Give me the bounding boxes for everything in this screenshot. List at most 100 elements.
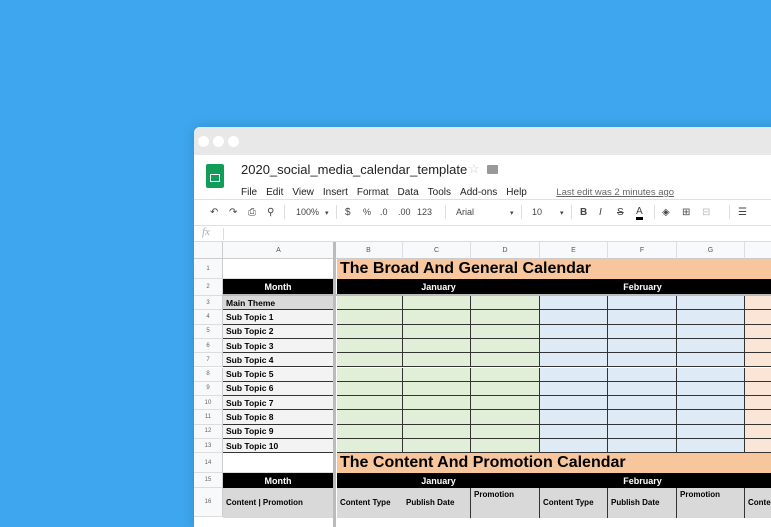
row-header-12[interactable]: 12 bbox=[194, 424, 223, 439]
calendar-cell[interactable] bbox=[608, 396, 677, 411]
menu-data[interactable]: Data bbox=[398, 187, 419, 198]
column-header-E[interactable]: E bbox=[540, 242, 608, 259]
calendar-cell[interactable] bbox=[745, 310, 771, 325]
topic-cell[interactable]: Sub Topic 4 bbox=[223, 353, 333, 368]
calendar-cell[interactable] bbox=[471, 296, 540, 311]
undo-icon[interactable]: ↶ bbox=[210, 207, 218, 218]
column-subheader[interactable]: Publish Date bbox=[403, 488, 471, 518]
calendar-cell[interactable] bbox=[403, 310, 471, 325]
calendar-cell[interactable] bbox=[608, 424, 677, 439]
calendar-cell[interactable] bbox=[677, 353, 745, 368]
folder-icon[interactable] bbox=[487, 165, 498, 174]
calendar-cell[interactable] bbox=[677, 338, 745, 354]
content-promotion-label[interactable]: Content | Promotion bbox=[223, 488, 333, 518]
calendar-cell[interactable] bbox=[608, 324, 677, 339]
column-header-F[interactable]: F bbox=[608, 242, 677, 259]
broad-month-label[interactable]: Month bbox=[223, 279, 333, 294]
calendar-cell[interactable] bbox=[337, 410, 403, 425]
topic-cell[interactable]: Sub Topic 7 bbox=[223, 396, 333, 411]
font-select[interactable]: Arial bbox=[456, 207, 474, 217]
row-header-9[interactable]: 9 bbox=[194, 381, 223, 397]
paint-format-icon[interactable]: ⚲ bbox=[267, 207, 274, 218]
italic-button[interactable]: I bbox=[599, 207, 602, 218]
calendar-cell[interactable] bbox=[403, 338, 471, 354]
bold-button[interactable]: B bbox=[580, 207, 587, 218]
row-header-10[interactable]: 10 bbox=[194, 396, 223, 411]
calendar-title-content[interactable]: The Content And Promotion Calendar bbox=[337, 453, 771, 473]
calendar-cell[interactable] bbox=[540, 338, 608, 354]
calendar-cell[interactable] bbox=[677, 367, 745, 382]
calendar-cell[interactable] bbox=[677, 381, 745, 397]
calendar-cell[interactable] bbox=[337, 353, 403, 368]
calendar-cell[interactable] bbox=[337, 338, 403, 354]
calendar-cell[interactable] bbox=[337, 310, 403, 325]
row-header-8[interactable]: 8 bbox=[194, 367, 223, 382]
cell-a-blank[interactable] bbox=[223, 259, 333, 279]
merge-cells-icon[interactable]: ⊟ bbox=[702, 207, 710, 218]
calendar-cell[interactable] bbox=[403, 396, 471, 411]
calendar-cell[interactable] bbox=[471, 367, 540, 382]
more-formats-button[interactable]: 123 bbox=[417, 207, 432, 217]
print-icon[interactable]: ⎙ bbox=[248, 207, 256, 218]
topic-cell[interactable]: Sub Topic 10 bbox=[223, 439, 333, 453]
calendar-cell[interactable] bbox=[608, 296, 677, 311]
maximize-dot[interactable] bbox=[228, 136, 239, 147]
calendar-cell[interactable] bbox=[471, 353, 540, 368]
column-subheader[interactable]: Conte bbox=[745, 488, 771, 518]
percent-button[interactable]: % bbox=[363, 207, 371, 217]
calendar-cell[interactable] bbox=[540, 310, 608, 325]
calendar-cell[interactable] bbox=[608, 381, 677, 397]
row-header-1[interactable]: 1 bbox=[194, 259, 223, 279]
calendar-cell[interactable] bbox=[677, 310, 745, 325]
column-subheader[interactable]: Content Type bbox=[540, 488, 608, 518]
calendar-cell[interactable] bbox=[471, 338, 540, 354]
topic-cell[interactable]: Sub Topic 3 bbox=[223, 338, 333, 354]
fill-color-icon[interactable]: ◈ bbox=[662, 207, 670, 218]
calendar-cell[interactable] bbox=[403, 296, 471, 311]
topic-cell[interactable]: Sub Topic 8 bbox=[223, 410, 333, 425]
calendar-cell[interactable] bbox=[337, 381, 403, 397]
row-header-3[interactable]: 3 bbox=[194, 296, 223, 311]
column-subheader[interactable]: Promotion bbox=[471, 488, 540, 518]
column-subheader[interactable]: Promotion bbox=[677, 488, 745, 518]
row-header-2[interactable]: 2 bbox=[194, 279, 223, 296]
menu-edit[interactable]: Edit bbox=[266, 187, 283, 198]
broad-january[interactable]: January bbox=[337, 279, 540, 294]
calendar-cell[interactable] bbox=[608, 367, 677, 382]
calendar-cell[interactable] bbox=[403, 324, 471, 339]
topic-cell[interactable]: Sub Topic 2 bbox=[223, 324, 333, 339]
calendar-cell[interactable] bbox=[403, 381, 471, 397]
calendar-cell[interactable] bbox=[337, 439, 403, 453]
menu-addons[interactable]: Add-ons bbox=[460, 187, 497, 198]
calendar-cell[interactable] bbox=[471, 396, 540, 411]
column-header-B[interactable]: B bbox=[335, 242, 403, 259]
topic-cell[interactable]: Sub Topic 1 bbox=[223, 310, 333, 325]
calendar-cell[interactable] bbox=[608, 353, 677, 368]
column-header-A[interactable]: A bbox=[223, 242, 335, 259]
calendar-cell[interactable] bbox=[608, 310, 677, 325]
calendar-cell[interactable] bbox=[608, 410, 677, 425]
calendar-cell[interactable] bbox=[471, 410, 540, 425]
calendar-cell[interactable] bbox=[471, 424, 540, 439]
calendar-cell[interactable] bbox=[471, 310, 540, 325]
broad-february[interactable]: February bbox=[540, 279, 745, 294]
calendar-cell[interactable] bbox=[471, 381, 540, 397]
row-header-6[interactable]: 6 bbox=[194, 338, 223, 354]
calendar-cell[interactable] bbox=[745, 396, 771, 411]
calendar-cell[interactable] bbox=[337, 296, 403, 311]
calendar-cell[interactable] bbox=[745, 424, 771, 439]
font-size-select[interactable]: 10 bbox=[532, 207, 542, 217]
calendar-cell[interactable] bbox=[403, 410, 471, 425]
calendar-cell[interactable] bbox=[540, 396, 608, 411]
calendar-cell[interactable] bbox=[337, 396, 403, 411]
calendar-cell[interactable] bbox=[745, 324, 771, 339]
menu-format[interactable]: Format bbox=[357, 187, 389, 198]
row-header-15[interactable]: 15 bbox=[194, 473, 223, 488]
select-all-corner[interactable] bbox=[194, 242, 223, 259]
calendar-cell[interactable] bbox=[745, 439, 771, 453]
calendar-cell[interactable] bbox=[403, 424, 471, 439]
row-header-16[interactable]: 16 bbox=[194, 488, 223, 517]
currency-button[interactable]: $ bbox=[345, 207, 351, 218]
calendar-cell[interactable] bbox=[608, 338, 677, 354]
calendar-cell[interactable] bbox=[677, 439, 745, 453]
